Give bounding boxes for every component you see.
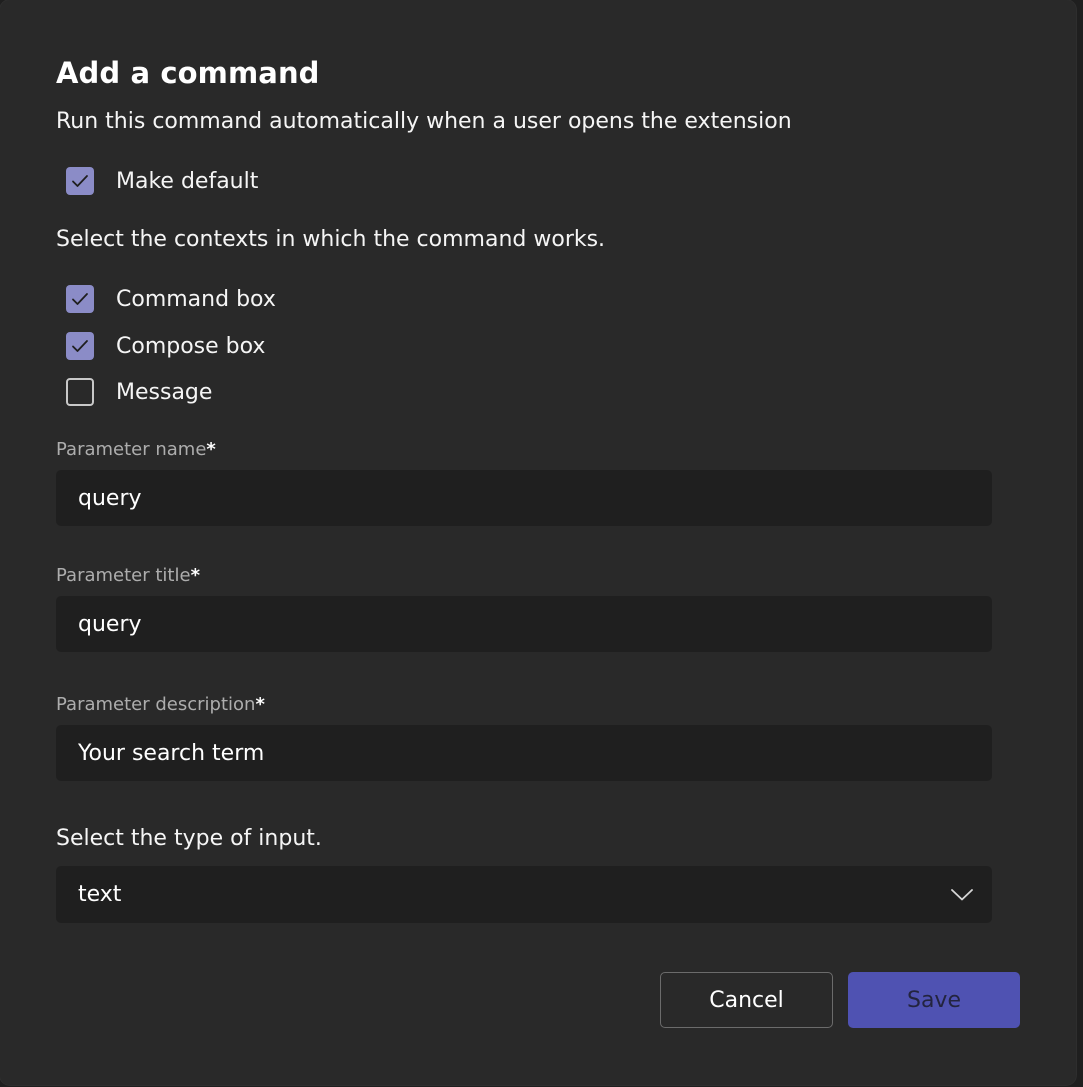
context-message-row[interactable]: Message [56, 377, 1076, 407]
compose-box-checkbox[interactable] [66, 332, 94, 360]
parameter-name-label: Parameter name* [56, 439, 216, 460]
dialog-subtitle: Run this command automatically when a us… [56, 109, 792, 134]
message-checkbox[interactable] [66, 378, 94, 406]
add-command-dialog: Add a command Run this command automatic… [0, 0, 1076, 1085]
parameter-title-input[interactable]: query [56, 596, 992, 652]
input-type-prompt: Select the type of input. [56, 826, 322, 851]
chevron-down-icon[interactable] [950, 888, 974, 902]
parameter-title-label: Parameter title* [56, 565, 200, 586]
save-button[interactable]: Save [848, 972, 1020, 1028]
context-command-box-row[interactable]: Command box [56, 284, 1076, 314]
dialog-actions: Cancel Save [660, 972, 1020, 1028]
input-type-select[interactable]: text [56, 866, 992, 923]
compose-box-label: Compose box [116, 333, 266, 359]
required-mark: * [190, 565, 200, 586]
make-default-label: Make default [116, 168, 259, 194]
parameter-description-label: Parameter description* [56, 694, 265, 715]
message-label: Message [116, 379, 213, 405]
checkmark-icon [72, 293, 88, 305]
make-default-checkbox[interactable] [66, 167, 94, 195]
parameter-description-input[interactable]: Your search term [56, 725, 992, 781]
required-mark: * [206, 439, 216, 460]
command-box-label: Command box [116, 286, 276, 312]
checkmark-icon [72, 340, 88, 352]
contexts-prompt: Select the contexts in which the command… [56, 227, 606, 252]
command-box-checkbox[interactable] [66, 285, 94, 313]
context-compose-box-row[interactable]: Compose box [56, 331, 1076, 361]
required-mark: * [255, 694, 265, 715]
dialog-title: Add a command [56, 56, 320, 90]
input-type-value: text [78, 882, 122, 907]
make-default-checkbox-row[interactable]: Make default [56, 166, 1076, 196]
checkmark-icon [72, 175, 88, 187]
parameter-name-input[interactable]: query [56, 470, 992, 526]
cancel-button[interactable]: Cancel [660, 972, 833, 1028]
